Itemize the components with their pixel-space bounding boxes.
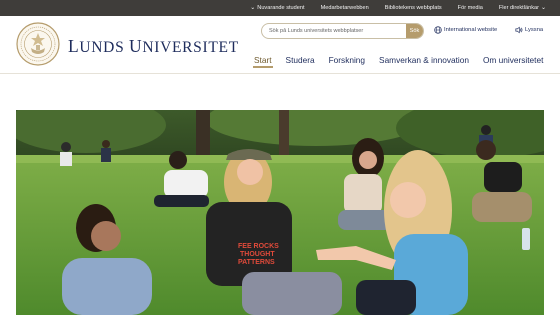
globe-icon <box>434 26 442 34</box>
speaker-icon <box>515 26 523 34</box>
topbar-link-label: Fler direktlänkar <box>498 5 539 11</box>
wordmark-text: UNDS <box>79 39 125 56</box>
wordmark-initial: L <box>68 36 80 56</box>
topbar-link-label: För media <box>457 5 483 11</box>
nav-item-start[interactable]: Start <box>253 54 273 68</box>
international-website-label: International website <box>444 27 498 33</box>
international-website-link[interactable]: International website <box>434 26 497 34</box>
shirt-text-line: FEE ROCKS <box>238 243 279 250</box>
chevron-down-icon: ⌄ <box>250 5 256 11</box>
main-navigation: Start Studera Forskning Samverkan & inno… <box>253 54 543 68</box>
students-on-lawn-photo: FEE ROCKS THOUGHT PATTERNS <box>16 110 544 315</box>
topbar-link-label: Bibliotekens webbplats <box>384 5 442 11</box>
topbar-link-label: Nuvarande student <box>257 5 305 11</box>
search-button[interactable]: Sök <box>406 24 423 38</box>
shirt-text-line: THOUGHT <box>240 251 275 258</box>
nav-item-forskning[interactable]: Forskning <box>329 54 365 68</box>
topbar-link-fler-direktlankar[interactable]: Fler direktlänkar ⌄ <box>499 5 546 11</box>
university-seal-logo[interactable] <box>16 22 60 66</box>
chevron-down-icon: ⌄ <box>540 5 546 11</box>
quick-links: ⌄ Nuvarande student Medarbetarwebben Bib… <box>250 0 546 16</box>
hero-image: FEE ROCKS THOUGHT PATTERNS <box>16 110 544 315</box>
nav-item-samverkan[interactable]: Samverkan & innovation <box>379 54 469 68</box>
wordmark-text: NIVERSITET <box>142 39 239 56</box>
wordmark-initial: U <box>128 36 143 56</box>
listen-button[interactable]: Lyssna <box>515 26 543 34</box>
search-input[interactable] <box>262 24 406 38</box>
shirt-text-line: PATTERNS <box>238 259 275 266</box>
nav-item-studera[interactable]: Studera <box>286 54 315 68</box>
site-header: LUNDS UNIVERSITET Sök International webs… <box>0 16 560 73</box>
topbar-link-label: Medarbetarwebben <box>320 5 369 11</box>
topbar-link-nuvarande-student[interactable]: ⌄ Nuvarande student <box>250 5 304 11</box>
topbar-link-medarbetarwebben[interactable]: Medarbetarwebben <box>321 5 369 11</box>
topbar-link-for-media[interactable]: För media <box>458 5 483 11</box>
header-divider <box>0 73 560 74</box>
nav-item-om-universitetet[interactable]: Om universitetet <box>483 54 543 68</box>
top-utility-bar: ⌄ Nuvarande student Medarbetarwebben Bib… <box>0 0 560 16</box>
topbar-link-bibliotek[interactable]: Bibliotekens webbplats <box>385 5 442 11</box>
site-search: Sök <box>261 23 424 39</box>
listen-label: Lyssna <box>525 27 544 33</box>
university-wordmark[interactable]: LUNDS UNIVERSITET <box>68 36 239 57</box>
